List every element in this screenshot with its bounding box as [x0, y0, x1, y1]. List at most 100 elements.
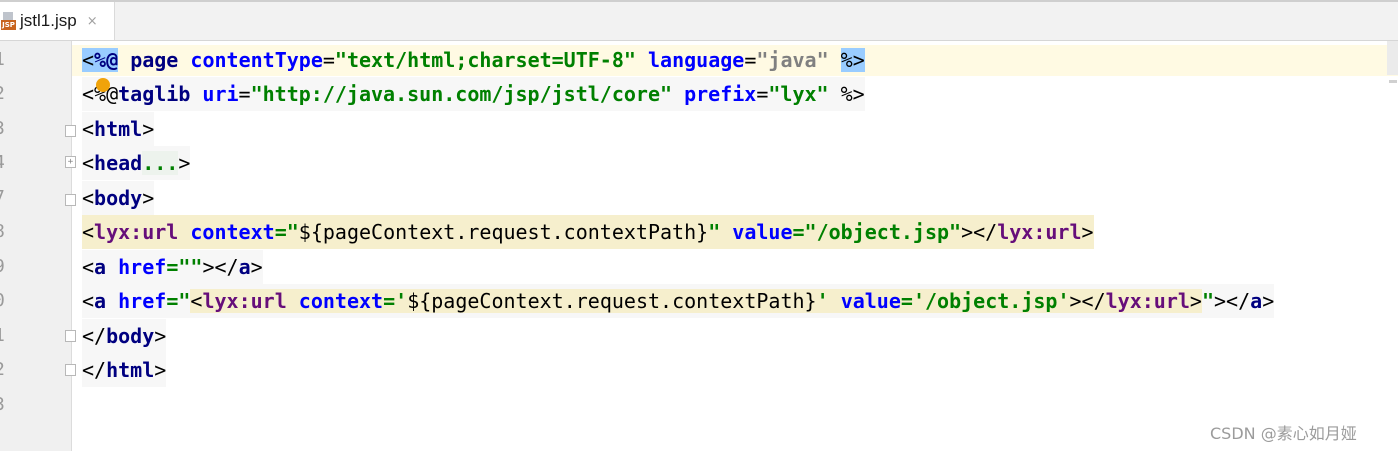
quote: " [286, 220, 299, 244]
el-expression: ${pageContext.request.contextPath} [407, 289, 817, 313]
equals: = [238, 82, 251, 106]
attr-name: context [190, 220, 275, 244]
attr-value: '/object.jsp' [912, 289, 1070, 313]
fold-end-icon[interactable] [65, 364, 76, 376]
tag-close: > [250, 255, 263, 279]
code-line-8[interactable]: <a href="<lyx:url context='${pageContext… [82, 284, 1275, 318]
attr-value: "lyx" [768, 82, 829, 106]
tag-name: body [94, 186, 143, 210]
line-number: 2 [0, 77, 24, 111]
directive-close: %> [840, 48, 865, 72]
tag-close: > [154, 324, 167, 348]
watermark: CSDN @素心如月娅 [1210, 424, 1357, 443]
equals: = [792, 220, 805, 244]
quote: " [1201, 289, 1215, 313]
attr-value: "" [178, 255, 203, 279]
code-line-4[interactable]: <head...> [82, 146, 191, 180]
code-line-2[interactable]: <%@taglib uri="http://java.sun.com/jsp/j… [82, 77, 865, 111]
tag-close: > [1189, 289, 1202, 313]
attr-name: context [298, 289, 384, 313]
fold-collapse-icon[interactable] [65, 125, 76, 137]
tag-name: lyx:url [202, 289, 287, 313]
tag-open: < [190, 289, 203, 313]
attr-name: value [732, 220, 793, 244]
code-line-5[interactable]: <body> [82, 181, 155, 215]
tag-open: < [82, 255, 95, 279]
line-number: 3 [0, 112, 24, 146]
el-expression: ${pageContext.request.contextPath} [298, 220, 709, 244]
equals: = [166, 255, 179, 279]
attr-name: href [118, 255, 167, 279]
line-number: 8 [0, 215, 24, 249]
code-line-3[interactable]: <html> [82, 112, 155, 146]
tag-mid: ></ [961, 220, 998, 244]
tag-name: lyx:url [94, 220, 179, 244]
attr-name: language [647, 48, 745, 72]
fold-end-icon[interactable] [65, 330, 76, 342]
line-number-gutter: 1 2 3 4 7 8 9 0 1 2 3 [0, 41, 72, 451]
code-line-7[interactable]: <a href=""></a> [82, 250, 263, 284]
tag-open: < [82, 151, 95, 175]
equals: = [756, 82, 769, 106]
attr-name: href [118, 289, 167, 313]
tag-name: a [94, 255, 107, 279]
line-number: 9 [0, 250, 24, 284]
attr-value: "text/html;charset=UTF-8" [334, 48, 636, 72]
tab-jstl1-jsp[interactable]: JSP jstl1.jsp × [0, 2, 115, 40]
tag-name: html [106, 358, 155, 382]
tag-close: > [178, 151, 191, 175]
equals: = [744, 48, 757, 72]
directive-close: %> [840, 82, 865, 106]
tag-open: < [82, 117, 95, 141]
breakpoint-icon[interactable] [96, 78, 110, 92]
line-number: 0 [0, 284, 24, 318]
tag-close: > [142, 117, 155, 141]
folded-region[interactable]: ... [142, 151, 179, 175]
tag-name: head [94, 151, 143, 175]
directive-keyword: taglib [118, 82, 191, 106]
tag-name: html [94, 117, 143, 141]
tag-open: < [82, 220, 95, 244]
close-icon[interactable]: × [87, 14, 98, 29]
tag-name: a [238, 255, 251, 279]
code-line-10[interactable]: </html> [82, 353, 167, 387]
tag-name: lyx:url [997, 220, 1082, 244]
quote: ' [816, 289, 829, 313]
attr-name: contentType [190, 48, 323, 72]
code-line-1[interactable]: <%@ page contentType="text/html;charset=… [82, 43, 865, 77]
code-line-9[interactable]: </body> [82, 319, 167, 353]
jsp-file-icon: JSP [1, 12, 17, 30]
equals: = [900, 289, 913, 313]
tag-name: a [94, 289, 107, 313]
line-number: 1 [0, 319, 24, 353]
line-number: 3 [0, 388, 24, 422]
tag-open: </ [82, 324, 107, 348]
code-editor[interactable]: <%@ page contentType="text/html;charset=… [82, 41, 1398, 451]
tag-close: > [1081, 220, 1094, 244]
tab-bar-top-border [0, 0, 1398, 2]
code-line-6[interactable]: <lyx:url context="${pageContext.request.… [82, 215, 1094, 249]
directive-open-bracket: < [82, 48, 95, 72]
fold-expand-icon[interactable]: + [65, 156, 76, 168]
tag-close: > [154, 358, 167, 382]
tag-mid: ></ [1069, 289, 1106, 313]
line-number: 2 [0, 353, 24, 387]
directive-percent: %@ [94, 48, 119, 72]
equals: = [322, 48, 335, 72]
fold-collapse-icon[interactable] [65, 194, 76, 206]
tag-mid: ></ [1214, 289, 1251, 313]
tag-name: lyx:url [1105, 289, 1190, 313]
line-number: 7 [0, 181, 24, 215]
directive-keyword: page [130, 48, 179, 72]
tab-title: jstl1.jsp [20, 11, 77, 30]
quote: " [178, 289, 191, 313]
